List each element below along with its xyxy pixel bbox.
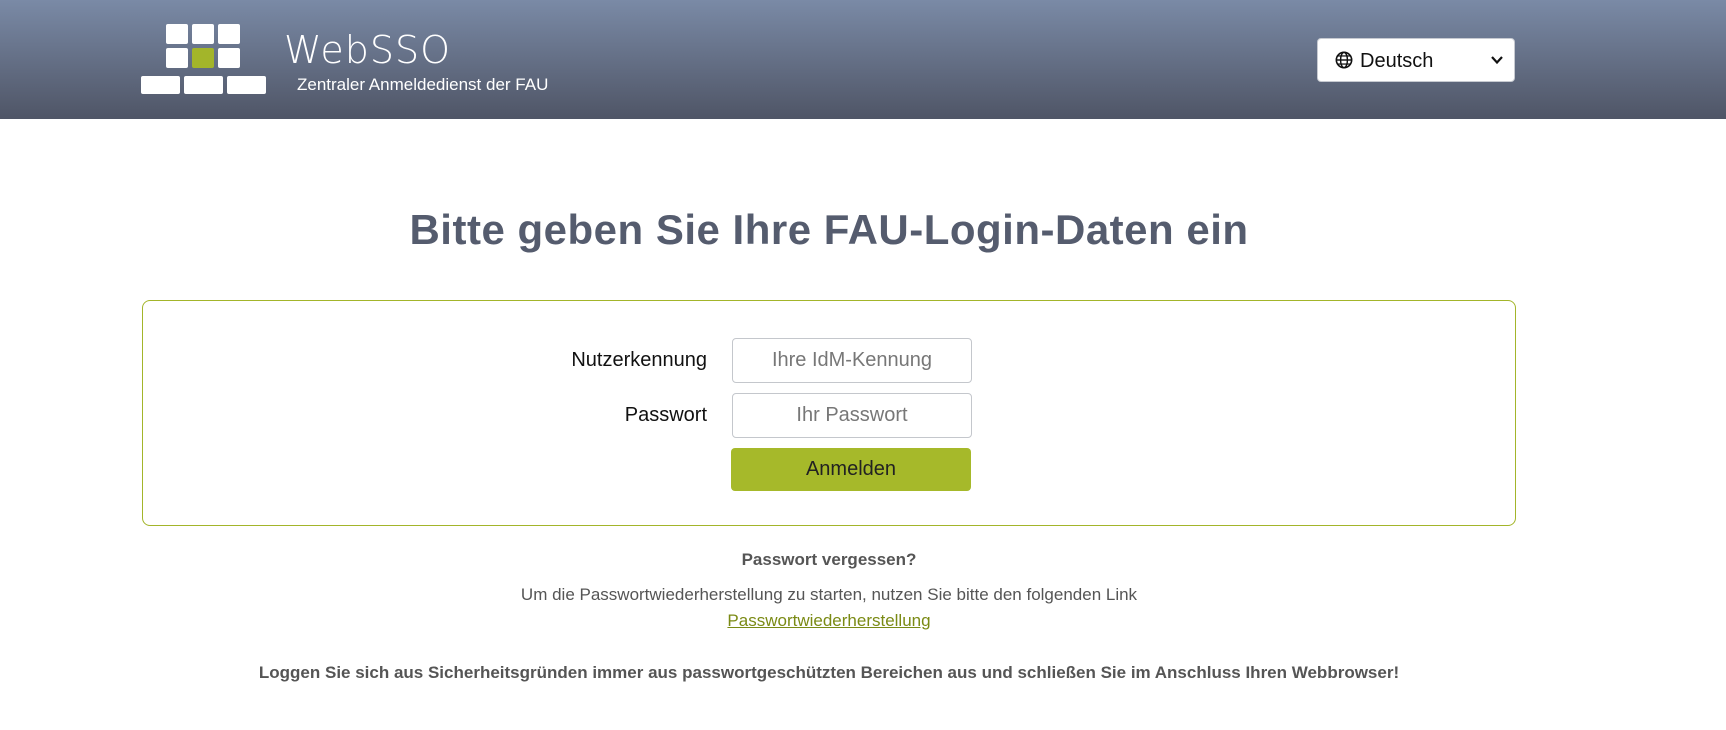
brand-name: WebSSO (284, 28, 451, 72)
logo-block (166, 24, 188, 44)
forgot-password-heading: Passwort vergessen? (741, 550, 917, 569)
logo-block-accent (192, 48, 214, 68)
security-notice: Loggen Sie sich aus Sicherheitsgründen i… (258, 663, 1400, 682)
password-input[interactable]: Ihr Passwort (732, 393, 972, 438)
logo-block (218, 24, 240, 44)
logo-block (227, 76, 266, 94)
chevron-down-icon (1491, 56, 1503, 65)
username-label: Nutzerkennung (571, 349, 707, 371)
logo-block (192, 24, 214, 44)
brand-subtitle: Zentraler Anmeldedienst der FAU (297, 75, 549, 94)
logo-block (218, 48, 240, 68)
page-title: Bitte geben Sie Ihre FAU-Login-Daten ein (409, 206, 1249, 253)
globe-icon (1335, 51, 1353, 69)
language-select-value: Deutsch (1360, 50, 1434, 72)
login-button[interactable]: Anmelden (731, 448, 971, 491)
username-input[interactable]: Ihre IdM-Kennung (732, 338, 972, 383)
password-recovery-link[interactable]: Passwortwiederherstellung (0, 611, 1658, 631)
forgot-password-info: Um die Passwortwiederherstellung zu star… (520, 585, 1138, 604)
logo-block (141, 76, 180, 94)
password-label: Passwort (624, 404, 707, 426)
header: WebSSO Zentraler Anmeldedienst der FAU D… (0, 0, 1726, 119)
language-select[interactable]: Deutsch (1317, 38, 1515, 82)
websso-logo (141, 24, 266, 94)
logo-block (184, 76, 223, 94)
logo-block (166, 48, 188, 68)
